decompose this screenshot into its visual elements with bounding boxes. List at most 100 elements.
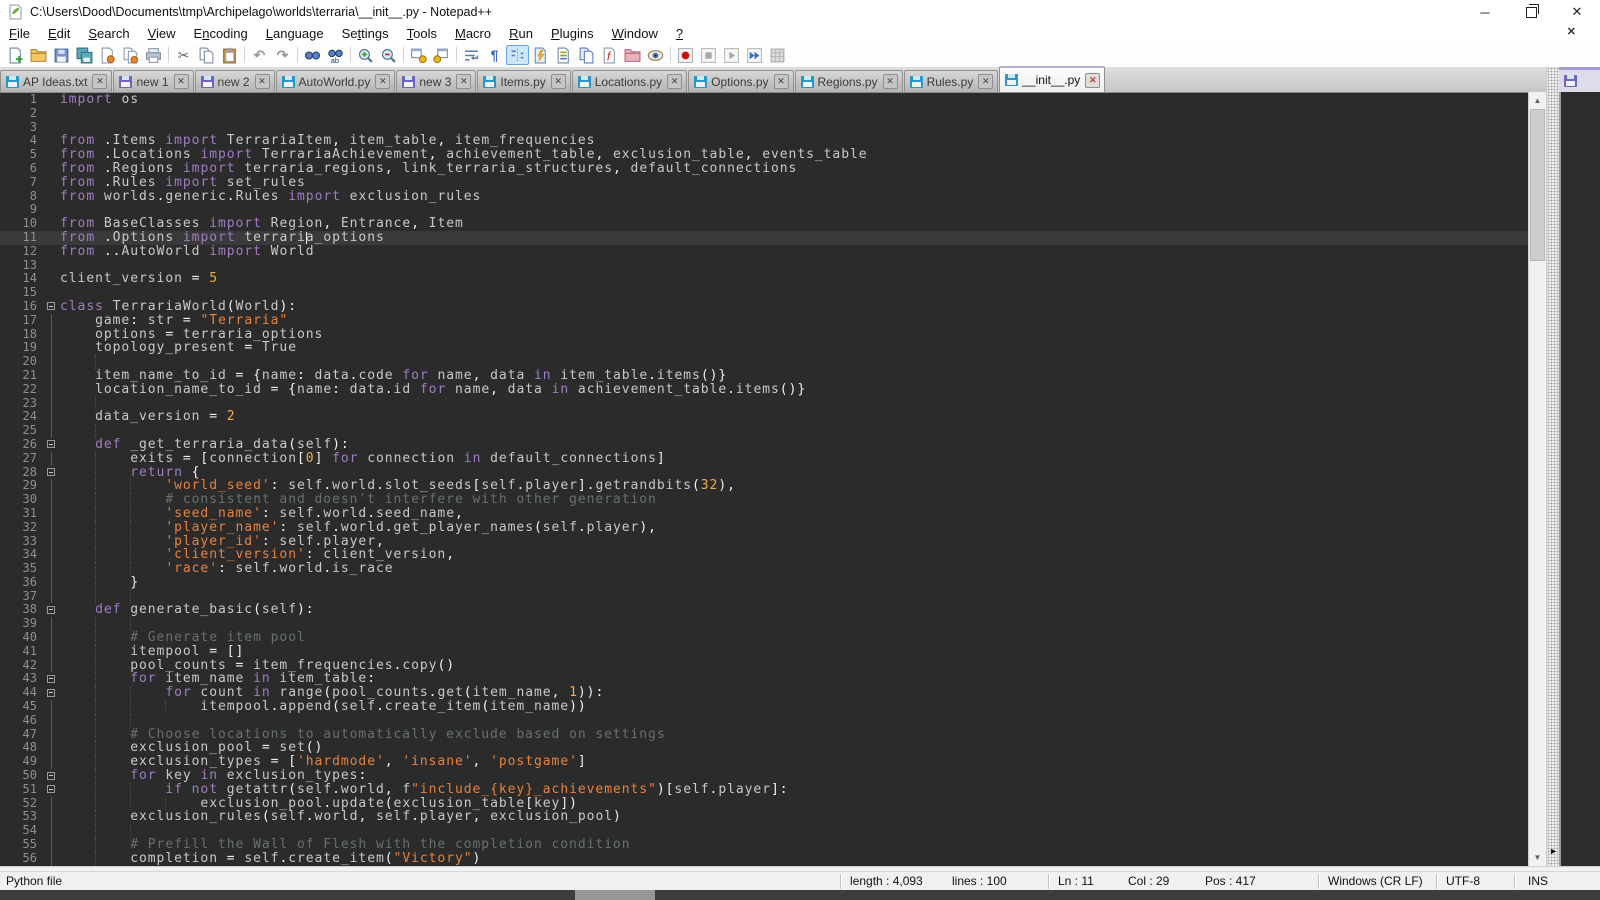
- code-line[interactable]: 54: [0, 824, 1528, 838]
- menu-window[interactable]: Window: [603, 24, 667, 43]
- menu-language[interactable]: Language: [257, 24, 333, 43]
- monitoring-icon[interactable]: [644, 45, 667, 65]
- vertical-scrollbar-thumb[interactable]: [1530, 109, 1545, 261]
- code-line[interactable]: 51 if not getattr(self.world, f"include_…: [0, 783, 1528, 797]
- tab-new-3[interactable]: new 3✕: [396, 70, 476, 92]
- restore-button[interactable]: [1508, 0, 1554, 24]
- splitter-bottom-arrow-icon[interactable]: ►: [1549, 846, 1558, 856]
- code-line[interactable]: 38 def generate_basic(self):: [0, 603, 1528, 617]
- fold-marker-icon[interactable]: [44, 300, 60, 314]
- code-line[interactable]: 42 pool_counts = item_frequencies.copy(): [0, 659, 1528, 673]
- word-wrap-icon[interactable]: [460, 45, 483, 65]
- code-line[interactable]: 47 # Choose locations to automatically e…: [0, 728, 1528, 742]
- fold-marker-icon[interactable]: [44, 466, 60, 480]
- code-line[interactable]: 12from ..AutoWorld import World: [0, 245, 1528, 259]
- sync-vertical-scroll-icon[interactable]: [407, 45, 430, 65]
- tab-autoworld.py[interactable]: AutoWorld.py✕: [276, 70, 396, 92]
- fold-marker-icon[interactable]: [44, 603, 60, 617]
- status-encoding[interactable]: UTF-8: [1446, 874, 1480, 888]
- code-line[interactable]: 26 def _get_terraria_data(self):: [0, 438, 1528, 452]
- redo-icon[interactable]: ↷: [271, 45, 294, 65]
- tab-close-icon[interactable]: ✕: [174, 74, 189, 89]
- fold-marker-icon[interactable]: [44, 438, 60, 452]
- code-line[interactable]: 6from .Regions import terraria_regions, …: [0, 162, 1528, 176]
- open-folder-icon[interactable]: [27, 45, 50, 65]
- status-eol[interactable]: Windows (CR LF): [1328, 874, 1423, 888]
- document-list-icon[interactable]: [575, 45, 598, 65]
- code-line[interactable]: 43 for item_name in item_table:: [0, 672, 1528, 686]
- code-line[interactable]: 18 options = terraria_options: [0, 328, 1528, 342]
- code-line[interactable]: 30 # consistent and doesn't interfere wi…: [0, 493, 1528, 507]
- code-line[interactable]: 24 data_version = 2: [0, 410, 1528, 424]
- tab-close-icon[interactable]: ✕: [883, 74, 898, 89]
- code-line[interactable]: 5from .Locations import TerrariaAchievem…: [0, 148, 1528, 162]
- code-line[interactable]: 15: [0, 286, 1528, 300]
- code-line[interactable]: 11from .Options import terraria_options: [0, 231, 1528, 245]
- print-icon[interactable]: [142, 45, 165, 65]
- status-insert-mode[interactable]: INS: [1528, 874, 1548, 888]
- close-all-docs-icon[interactable]: [119, 45, 142, 65]
- tab-locations.py[interactable]: Locations.py✕: [572, 70, 687, 92]
- copy-icon[interactable]: [195, 45, 218, 65]
- paste-icon[interactable]: [218, 45, 241, 65]
- function-list-icon[interactable]: f: [598, 45, 621, 65]
- tab-close-icon[interactable]: ✕: [375, 74, 390, 89]
- code-line[interactable]: 14client_version = 5: [0, 272, 1528, 286]
- code-editor[interactable]: 1import os234from .Items import Terraria…: [0, 92, 1528, 867]
- menu-macro[interactable]: Macro: [446, 24, 500, 43]
- tab-close-icon[interactable]: ✕: [92, 74, 107, 89]
- code-line[interactable]: 55 # Prefill the Wall of Flesh with the …: [0, 838, 1528, 852]
- code-line[interactable]: 13: [0, 259, 1528, 273]
- replace-icon[interactable]: ab: [324, 45, 347, 65]
- code-line[interactable]: 36 }: [0, 576, 1528, 590]
- zoom-out-icon[interactable]: [377, 45, 400, 65]
- menu-encoding[interactable]: Encoding: [185, 24, 257, 43]
- code-line[interactable]: 10from BaseClasses import Region, Entran…: [0, 217, 1528, 231]
- tab-__init__.py[interactable]: __init__.py✕: [999, 66, 1105, 92]
- code-line[interactable]: 33 'player_id': self.player,: [0, 535, 1528, 549]
- code-line[interactable]: 37: [0, 590, 1528, 604]
- macro-record-icon[interactable]: [674, 45, 697, 65]
- code-line[interactable]: 21 item_name_to_id = {name: data.code fo…: [0, 369, 1528, 383]
- show-all-characters-icon[interactable]: ¶: [483, 45, 506, 65]
- menu-plugins[interactable]: Plugins: [542, 24, 603, 43]
- undo-icon[interactable]: ↶: [248, 45, 271, 65]
- code-line[interactable]: 9: [0, 203, 1528, 217]
- code-line[interactable]: 49 exclusion_types = ['hardmode', 'insan…: [0, 755, 1528, 769]
- tab-ap-ideas.txt[interactable]: AP Ideas.txt✕: [0, 70, 112, 92]
- code-line[interactable]: 46: [0, 714, 1528, 728]
- tab-rules.py[interactable]: Rules.py✕: [904, 70, 999, 92]
- code-line[interactable]: 3: [0, 121, 1528, 135]
- close-doc-icon[interactable]: [96, 45, 119, 65]
- minimize-button[interactable]: ─: [1462, 0, 1508, 24]
- vertical-scrollbar[interactable]: ▲ ▼: [1528, 92, 1546, 866]
- secondary-view-tab[interactable]: [1559, 67, 1600, 92]
- code-line[interactable]: 27 exits = [connection[0] for connection…: [0, 452, 1528, 466]
- tab-close-icon[interactable]: ✕: [551, 74, 566, 89]
- code-line[interactable]: 48 exclusion_pool = set(): [0, 741, 1528, 755]
- tab-close-icon[interactable]: ✕: [456, 74, 471, 89]
- code-line[interactable]: 22 location_name_to_id = {name: data.id …: [0, 383, 1528, 397]
- code-line[interactable]: 39: [0, 617, 1528, 631]
- tab-regions.py[interactable]: Regions.py✕: [795, 70, 903, 92]
- code-line[interactable]: 35 'race': self.world.is_race: [0, 562, 1528, 576]
- menu-?[interactable]: ?: [667, 24, 692, 43]
- menu-edit[interactable]: Edit: [39, 24, 79, 43]
- macro-run-multiple-icon[interactable]: [743, 45, 766, 65]
- code-line[interactable]: 32 'player_name': self.world.get_player_…: [0, 521, 1528, 535]
- code-line[interactable]: 19 topology_present = True: [0, 341, 1528, 355]
- macro-save-icon[interactable]: [766, 45, 789, 65]
- code-line[interactable]: 53 exclusion_rules(self.world, self.play…: [0, 810, 1528, 824]
- doc-switcher-icon[interactable]: [552, 45, 575, 65]
- cut-icon[interactable]: ✂: [172, 45, 195, 65]
- code-line[interactable]: 1import os: [0, 93, 1528, 107]
- new-file-icon[interactable]: [4, 45, 27, 65]
- menu-run[interactable]: Run: [500, 24, 542, 43]
- menu-view[interactable]: View: [139, 24, 185, 43]
- tab-close-icon[interactable]: ✕: [667, 74, 682, 89]
- code-line[interactable]: 52 exclusion_pool.update(exclusion_table…: [0, 797, 1528, 811]
- code-line[interactable]: 28 return {: [0, 466, 1528, 480]
- code-line[interactable]: 44 for count in range(pool_counts.get(it…: [0, 686, 1528, 700]
- tab-items.py[interactable]: Items.py✕: [477, 70, 570, 92]
- tab-new-2[interactable]: new 2✕: [195, 70, 275, 92]
